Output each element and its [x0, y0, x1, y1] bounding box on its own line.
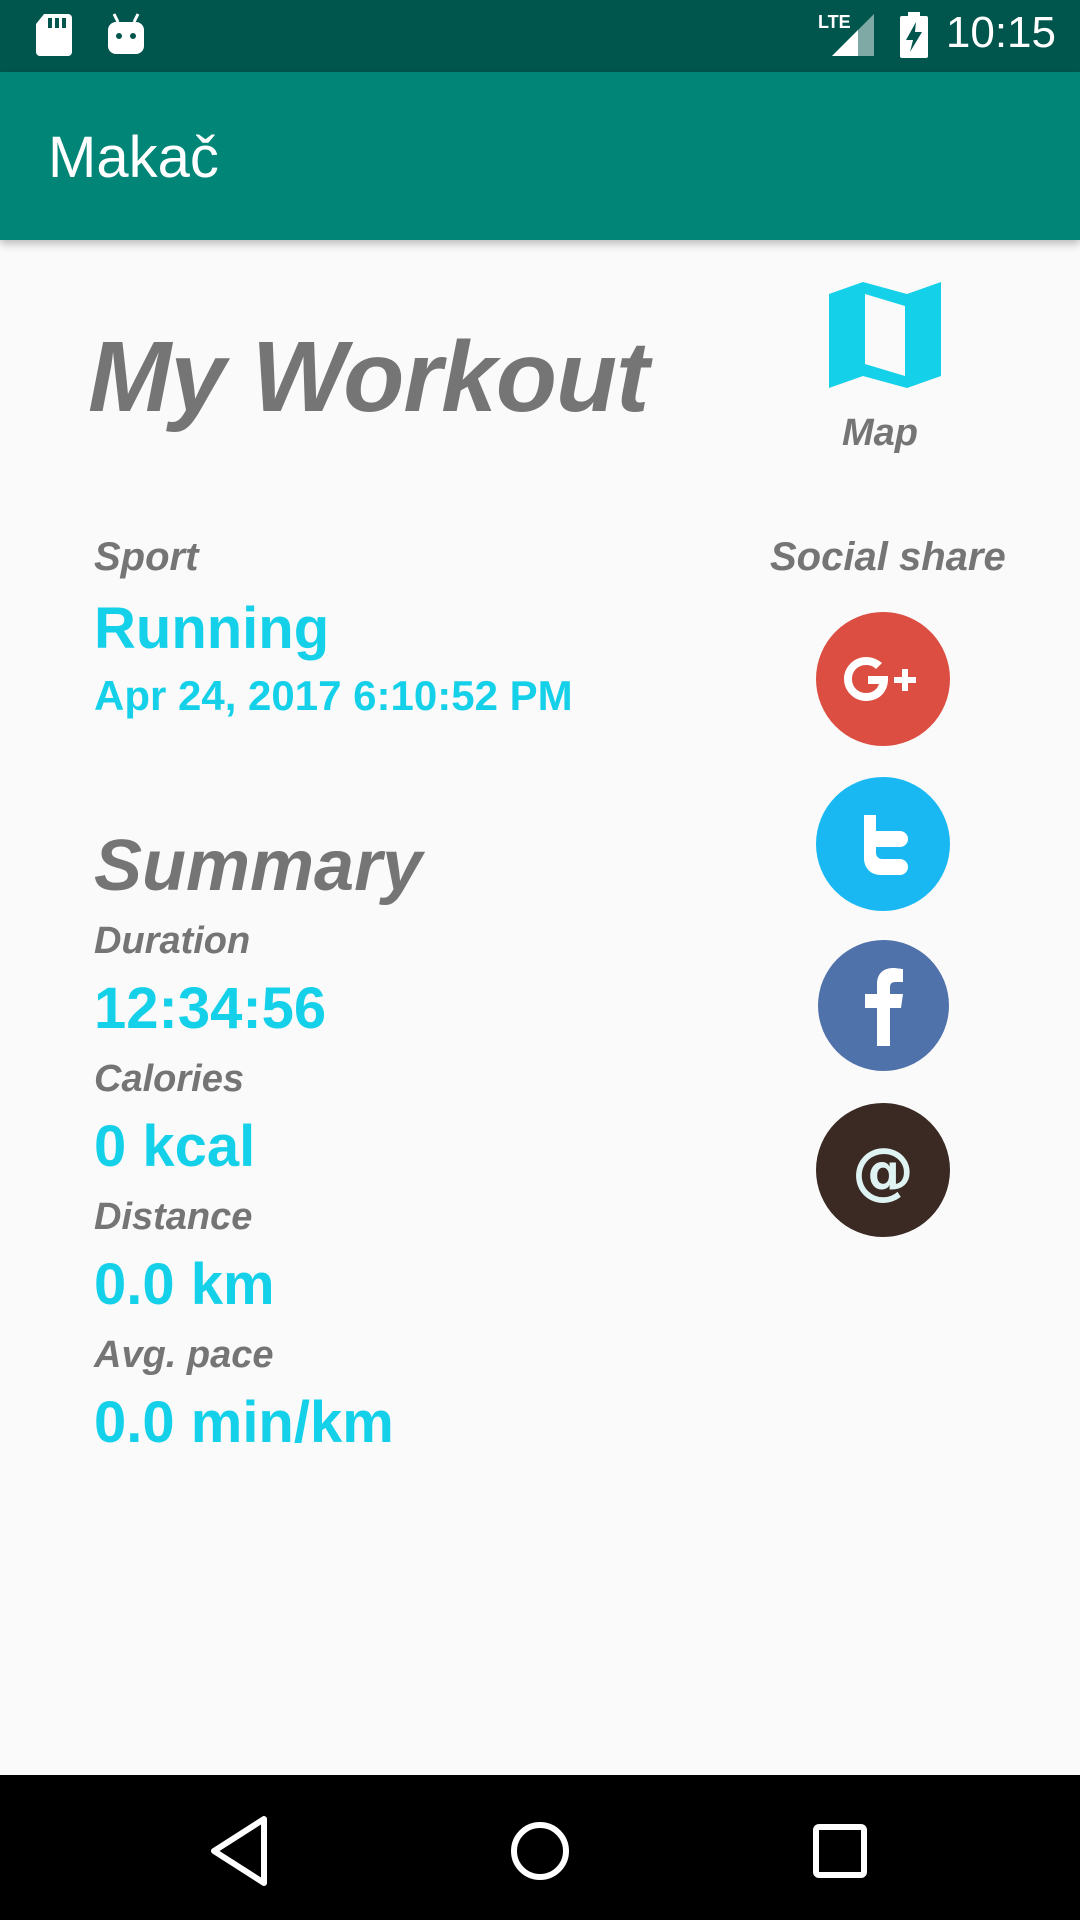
workout-date: Apr 24, 2017 6:10:52 PM: [94, 672, 573, 719]
calories-label: Calories: [94, 1058, 244, 1100]
status-bar: LTE 10:15: [0, 0, 1080, 72]
map-label: Map: [842, 412, 918, 454]
workout-detail: My Workout Map Sport Running Apr 24, 201…: [0, 240, 1080, 1775]
back-icon[interactable]: [200, 1811, 280, 1891]
twitter-icon: [864, 815, 908, 875]
calories-value: 0 kcal: [94, 1114, 256, 1179]
map-button[interactable]: Map: [820, 280, 950, 454]
sport-label: Sport: [94, 535, 199, 579]
pace-value: 0.0 min/km: [94, 1390, 394, 1455]
app-bar: Makač: [0, 72, 1080, 240]
google-plus-share-button[interactable]: [816, 612, 950, 746]
status-time: 10:15: [945, 8, 1056, 57]
summary-title: Summary: [94, 826, 423, 906]
sport-value: Running: [94, 596, 330, 661]
lte-signal-icon: LTE: [818, 12, 874, 58]
google-plus-icon: [844, 657, 916, 701]
map-icon: [829, 282, 941, 388]
battery-charging-icon: [900, 12, 928, 58]
navigation-bar: [0, 1775, 1080, 1920]
duration-label: Duration: [94, 920, 251, 962]
distance-value: 0.0 km: [94, 1252, 275, 1317]
twitter-share-button[interactable]: [816, 777, 950, 911]
home-icon[interactable]: [500, 1811, 580, 1891]
page-title: My Workout: [88, 321, 649, 433]
android-debug-icon: [108, 13, 144, 54]
facebook-share-button[interactable]: [818, 940, 949, 1071]
social-share-label: Social share: [770, 535, 1006, 579]
at-icon: @: [852, 1133, 914, 1207]
recents-icon[interactable]: [800, 1811, 880, 1891]
distance-label: Distance: [94, 1196, 253, 1238]
facebook-icon: [864, 967, 903, 1046]
email-share-button[interactable]: @: [816, 1103, 950, 1237]
lte-label: LTE: [818, 12, 851, 32]
app-title: Makač: [48, 125, 219, 190]
sd-card-icon: [36, 14, 72, 56]
pace-label: Avg. pace: [94, 1334, 274, 1376]
duration-value: 12:34:56: [94, 976, 327, 1041]
